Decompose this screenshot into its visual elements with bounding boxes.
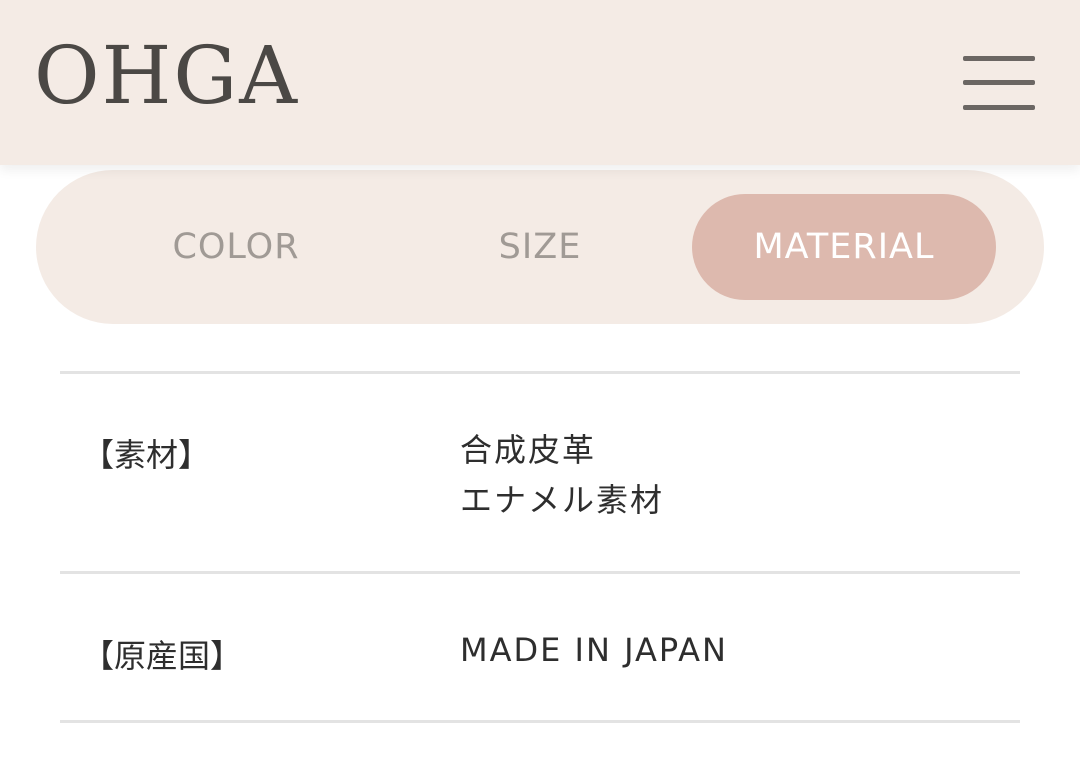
row-label-material: 【素材】 xyxy=(82,436,211,474)
table-divider-bottom xyxy=(60,720,1020,723)
tab-material[interactable]: MATERIAL xyxy=(692,194,996,300)
material-value-2: エナメル素材 xyxy=(460,481,665,519)
row-label-origin: 【原産国】 xyxy=(82,637,243,675)
site-header: OHGA xyxy=(0,0,1080,165)
menu-bar-top xyxy=(963,56,1035,61)
menu-bar-middle xyxy=(963,80,1035,85)
row-value-origin: MADE IN JAPAN xyxy=(460,625,728,675)
product-info-tabs: COLOR SIZE MATERIAL xyxy=(36,170,1044,324)
origin-value: MADE IN JAPAN xyxy=(460,631,728,669)
tab-color[interactable]: COLOR xyxy=(106,194,366,300)
table-divider-top xyxy=(60,371,1020,374)
table-divider-middle xyxy=(60,571,1020,574)
hamburger-menu-icon[interactable] xyxy=(963,56,1035,112)
row-value-material: 合成皮革 エナメル素材 xyxy=(460,425,664,525)
tab-size[interactable]: SIZE xyxy=(410,194,670,300)
menu-bar-bottom xyxy=(963,105,1035,110)
ohga-logo[interactable]: OHGA xyxy=(34,36,299,116)
material-value-1: 合成皮革 xyxy=(460,431,597,469)
